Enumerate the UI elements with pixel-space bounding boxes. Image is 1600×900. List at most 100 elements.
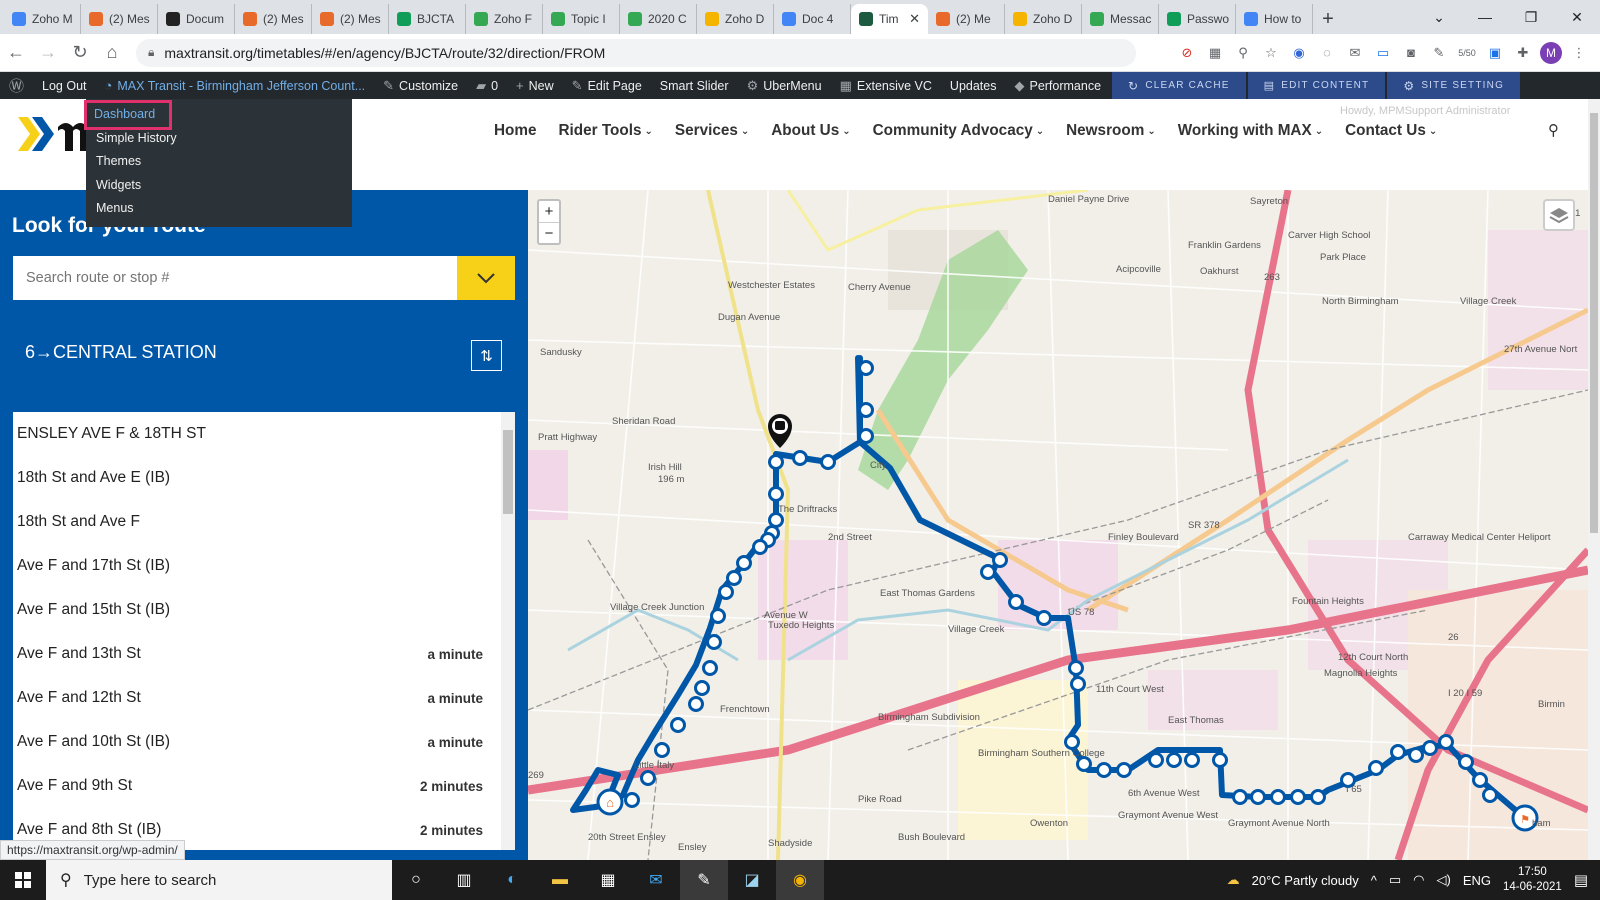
eyedropper-icon[interactable]: ✎	[1428, 42, 1450, 64]
customize-link[interactable]: ✎ Customize	[374, 72, 467, 99]
windows-start-button[interactable]	[0, 860, 46, 900]
updates-link[interactable]: Updates	[941, 72, 1006, 99]
volume-icon[interactable]: ◁)	[1436, 872, 1450, 888]
close-window-icon[interactable]: ✕	[1554, 9, 1600, 26]
route-stop-marker[interactable]	[752, 539, 768, 555]
stop-row[interactable]: 18th St and Ave E (IB)	[13, 456, 503, 500]
route-stop-marker[interactable]	[710, 608, 726, 624]
zoom-out-button[interactable]: −	[539, 222, 559, 243]
route-stop-marker[interactable]	[1008, 594, 1024, 610]
site-setting-button[interactable]: ⚙ SITE SETTING	[1387, 72, 1521, 99]
route-stop-marker[interactable]	[654, 742, 670, 758]
layers-button[interactable]	[1543, 199, 1575, 231]
route-stop-marker[interactable]	[992, 552, 1008, 568]
route-stop-marker[interactable]	[1482, 787, 1498, 803]
forward-icon[interactable]: →	[32, 37, 64, 69]
chat-icon[interactable]: ▭	[1372, 42, 1394, 64]
menu-item[interactable]: Community Advocacy ⌄	[862, 122, 1055, 140]
task-view-icon[interactable]: ▥	[440, 860, 488, 900]
stop-list-scrollbar[interactable]	[501, 412, 515, 850]
new-link[interactable]: + New	[507, 72, 563, 99]
stop-row[interactable]: ENSLEY AVE F & 18TH ST	[13, 412, 503, 456]
stop-row[interactable]: Ave F and 17th St (IB)	[13, 544, 503, 588]
route-stop-marker[interactable]	[1096, 762, 1112, 778]
tab-search-icon[interactable]: ⌄	[1416, 9, 1462, 26]
paint-icon[interactable]: ✎	[680, 860, 728, 900]
home-icon[interactable]: ⌂	[96, 37, 128, 69]
browser-tab[interactable]: 2020 C	[620, 4, 697, 34]
browser-tab[interactable]: (2) Mes	[312, 4, 389, 34]
route-stop-marker[interactable]	[1368, 760, 1384, 776]
dropdown-item[interactable]: Simple History	[86, 127, 352, 151]
route-stop-marker[interactable]	[702, 660, 718, 676]
mail-icon[interactable]: ✉	[1344, 42, 1366, 64]
browser-tab[interactable]: Docum	[158, 4, 235, 34]
route-stop-marker[interactable]	[792, 450, 808, 466]
browser-tab[interactable]: (2) Me	[928, 4, 1005, 34]
chrome-icon[interactable]: ◉	[776, 860, 824, 900]
cortana-icon[interactable]: ○	[392, 860, 440, 900]
route-stop-marker[interactable]	[1408, 747, 1424, 763]
route-stop-marker[interactable]	[1422, 740, 1438, 756]
screen-icon[interactable]: ▣	[1484, 42, 1506, 64]
language-indicator[interactable]: ENG	[1463, 873, 1491, 888]
route-stop-marker[interactable]	[1250, 789, 1266, 805]
puzzle-icon[interactable]: ✚	[1512, 42, 1534, 64]
max-logo[interactable]	[18, 113, 88, 155]
browser-tab[interactable]: Zoho D	[697, 4, 774, 34]
stop-row[interactable]: Ave F and 12th St a minute	[13, 676, 503, 720]
clock[interactable]: 17:50 14-06-2021	[1503, 865, 1562, 895]
route-stop-marker[interactable]	[1184, 752, 1200, 768]
edit-content-button[interactable]: ▤ EDIT CONTENT	[1247, 72, 1386, 99]
route-stop-marker[interactable]	[1064, 734, 1080, 750]
browser-tab[interactable]: Doc 4	[774, 4, 851, 34]
menu-item[interactable]: Working with MAX ⌄	[1167, 122, 1334, 140]
route-stop-marker[interactable]	[1290, 789, 1306, 805]
menu-item[interactable]: Contact Us ⌄	[1334, 122, 1448, 140]
dropdown-item[interactable]: Widgets	[86, 174, 352, 198]
route-stop-marker[interactable]	[640, 770, 656, 786]
tab-close-icon[interactable]: ✕	[909, 11, 920, 27]
route-stop-marker[interactable]	[1232, 789, 1248, 805]
browser-tab[interactable]: (2) Mes	[235, 4, 312, 34]
route-stop-marker[interactable]	[694, 680, 710, 696]
restore-icon[interactable]: ❐	[1508, 9, 1554, 26]
new-tab-button[interactable]: +	[1313, 4, 1343, 34]
menu-item[interactable]: Rider Tools ⌄	[548, 122, 664, 140]
taskbar-search[interactable]: ⚲ Type here to search	[46, 860, 392, 900]
browser-tab[interactable]: Tim ✕	[851, 4, 928, 34]
browser-tab[interactable]: BJCTA	[389, 4, 466, 34]
route-stop-marker[interactable]	[624, 792, 640, 808]
wifi-icon[interactable]: ◠	[1413, 872, 1424, 888]
back-icon[interactable]: ←	[0, 37, 32, 69]
minimize-icon[interactable]: —	[1462, 9, 1508, 25]
page-scrollbar-thumb[interactable]	[1590, 113, 1598, 533]
browser-tab[interactable]: Passwo	[1159, 4, 1236, 34]
stop-row[interactable]: Ave F and 9th St 2 minutes	[13, 764, 503, 808]
route-stop-marker[interactable]	[1458, 754, 1474, 770]
browser-tab[interactable]: Zoho F	[466, 4, 543, 34]
route-stop-marker[interactable]	[768, 512, 784, 528]
route-stop-marker[interactable]	[1068, 660, 1084, 676]
browser-tab[interactable]: Messac	[1082, 4, 1159, 34]
page-scrollbar[interactable]	[1588, 99, 1600, 860]
address-bar[interactable]: 🔒︎ maxtransit.org/timetables/#/en/agency…	[136, 38, 1136, 67]
route-stop-marker[interactable]	[980, 564, 996, 580]
chevron-up-icon[interactable]: ^	[1371, 873, 1377, 888]
notes-icon[interactable]: ◪	[728, 860, 776, 900]
zoom-icon[interactable]: ⚲	[1232, 42, 1254, 64]
route-search-input[interactable]	[13, 256, 457, 300]
route-dropdown-button[interactable]	[457, 256, 515, 300]
route-stop-marker[interactable]	[1148, 752, 1164, 768]
dropdown-item[interactable]: Menus	[86, 197, 352, 221]
menu-item[interactable]: Services ⌄	[664, 122, 760, 140]
menu-item[interactable]: About Us ⌄	[760, 122, 861, 140]
extensive-vc-link[interactable]: ▦ Extensive VC	[831, 72, 941, 99]
store-icon[interactable]: ▦	[584, 860, 632, 900]
route-stop-marker[interactable]	[718, 584, 734, 600]
browser-tab[interactable]: (2) Mes	[81, 4, 158, 34]
logout-link[interactable]: Log Out	[33, 72, 95, 99]
mail-icon[interactable]: ✉	[632, 860, 680, 900]
bookmark-star-icon[interactable]: ☆	[1260, 42, 1282, 64]
map-canvas[interactable]: ⌂ ⚑ Westchester Estates Sandusky Irish Hil…	[528, 190, 1588, 860]
